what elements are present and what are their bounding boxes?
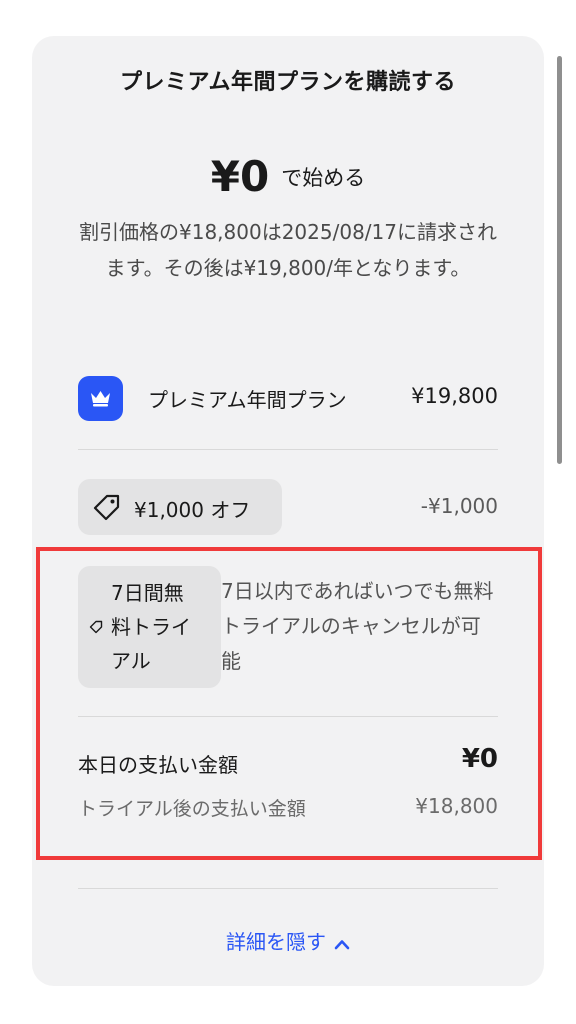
plan-price: ¥19,800 <box>411 384 498 408</box>
billing-description: 割引価格の¥18,800は2025/08/17に請求されます。その後は¥19,8… <box>79 220 497 280</box>
plan-row: プレミアム年間プラン ¥19,800 <box>78 374 498 422</box>
today-payment-amount: ¥0 <box>461 744 498 774</box>
start-price-suffix: で始める <box>281 165 366 190</box>
plan-name: プレミアム年間プラン <box>148 388 347 412</box>
trial-badge: 7日間無料トライアル <box>78 566 221 688</box>
tag-icon <box>89 620 103 634</box>
coupon-badge[interactable]: ¥1,000 オフ <box>78 479 282 535</box>
start-price-amount: ¥0 <box>210 152 270 201</box>
start-price: ¥0 で始める <box>0 152 576 201</box>
scrollbar[interactable] <box>557 56 562 464</box>
crown-icon <box>91 391 110 407</box>
after-trial-payment-label: トライアル後の支払い金額 <box>78 798 306 820</box>
divider <box>78 716 498 717</box>
discount-amount: -¥1,000 <box>420 494 498 518</box>
screen: プレミアム年間プランを購読する ¥0 で始める 割引価格の¥18,800は2025… <box>0 0 576 1024</box>
plan-icon-box <box>78 376 123 421</box>
chevron-up-icon <box>334 939 350 949</box>
hide-details-button[interactable]: 詳細を隠す <box>0 926 576 955</box>
page-title: プレミアム年間プランを購読する <box>120 70 456 95</box>
divider <box>78 888 498 889</box>
after-trial-payment-amount: ¥18,800 <box>415 794 498 818</box>
hide-details-label: 詳細を隠す <box>226 930 326 954</box>
today-payment-label: 本日の支払い金額 <box>78 753 238 777</box>
divider <box>78 449 498 450</box>
trial-description: 7日以内であればいつでも無料トライアルのキャンセルが可能 <box>221 579 494 673</box>
tag-icon <box>93 494 120 521</box>
coupon-label: ¥1,000 オフ <box>134 498 251 522</box>
trial-badge-label: 7日間無料トライアル <box>111 581 191 673</box>
